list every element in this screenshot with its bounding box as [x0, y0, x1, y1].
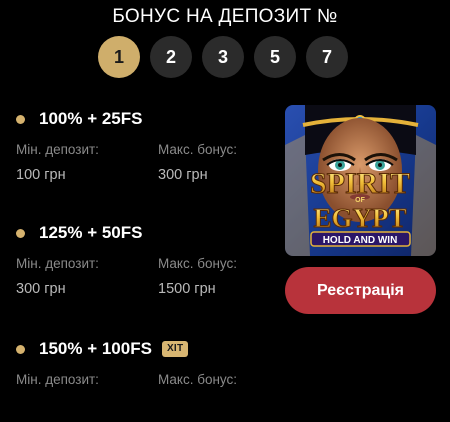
offer-item: 150% + 100FS ХІТ Мін. депозит: Макс. бон… [16, 338, 276, 422]
tab-deposit-3[interactable]: 3 [202, 36, 244, 78]
game-subtitle: HOLD AND WIN [323, 235, 398, 246]
offer-header: 150% + 100FS ХІТ [16, 338, 276, 360]
offer-item: 100% + 25FS Мін. депозит: 100 грн Макс. … [16, 108, 276, 192]
min-deposit: Мін. депозит: 300 грн [16, 256, 99, 297]
deposit-number-tabs: 1 2 3 5 7 [98, 36, 348, 78]
offer-title: 125% + 50FS [39, 223, 143, 242]
min-deposit-value: 100 грн [16, 167, 66, 183]
hit-badge: ХІТ [161, 341, 189, 357]
tab-deposit-7[interactable]: 7 [306, 36, 348, 78]
max-bonus: Макс. бонус: 300 грн [158, 142, 237, 183]
offer-item: 125% + 50FS Мін. депозит: 300 грн Макс. … [16, 222, 276, 306]
max-bonus-label: Макс. бонус: [158, 372, 238, 387]
min-deposit: Мін. депозит: [16, 372, 99, 387]
max-bonus-label: Макс. бонус: [158, 142, 238, 157]
max-bonus-label: Макс. бонус: [158, 256, 238, 271]
max-bonus-value: 300 грн [158, 167, 208, 183]
bullet-dot-icon [16, 344, 25, 354]
register-button[interactable]: Реєстрація [285, 267, 436, 314]
min-deposit-label: Мін. депозит: [16, 142, 99, 157]
bullet-dot-icon [16, 228, 25, 238]
tab-deposit-2[interactable]: 2 [150, 36, 192, 78]
game-title-spirit: SPIRIT [310, 167, 410, 200]
max-bonus: Макс. бонус: [158, 372, 237, 387]
offer-header: 125% + 50FS [16, 222, 276, 244]
min-deposit-value: 300 грн [16, 281, 66, 297]
max-bonus-value: 1500 грн [158, 281, 216, 297]
offer-title: 100% + 25FS [39, 109, 143, 128]
max-bonus: Макс. бонус: 1500 грн [158, 256, 237, 297]
min-deposit-label: Мін. депозит: [16, 256, 99, 271]
bullet-dot-icon [16, 114, 25, 124]
tab-deposit-5[interactable]: 5 [254, 36, 296, 78]
offer-title: 150% + 100FS [39, 339, 152, 358]
min-deposit-label: Мін. депозит: [16, 372, 99, 387]
min-deposit: Мін. депозит: 100 грн [16, 142, 99, 183]
game-thumbnail-spirit-of-egypt[interactable]: SPIRIT OF EGYPT HOLD AND WIN [285, 105, 436, 256]
offer-header: 100% + 25FS [16, 108, 276, 130]
tab-deposit-1[interactable]: 1 [98, 36, 140, 78]
page-title: БОНУС НА ДЕПОЗИТ № [112, 6, 338, 27]
game-title-egypt: EGYPT [313, 203, 406, 233]
